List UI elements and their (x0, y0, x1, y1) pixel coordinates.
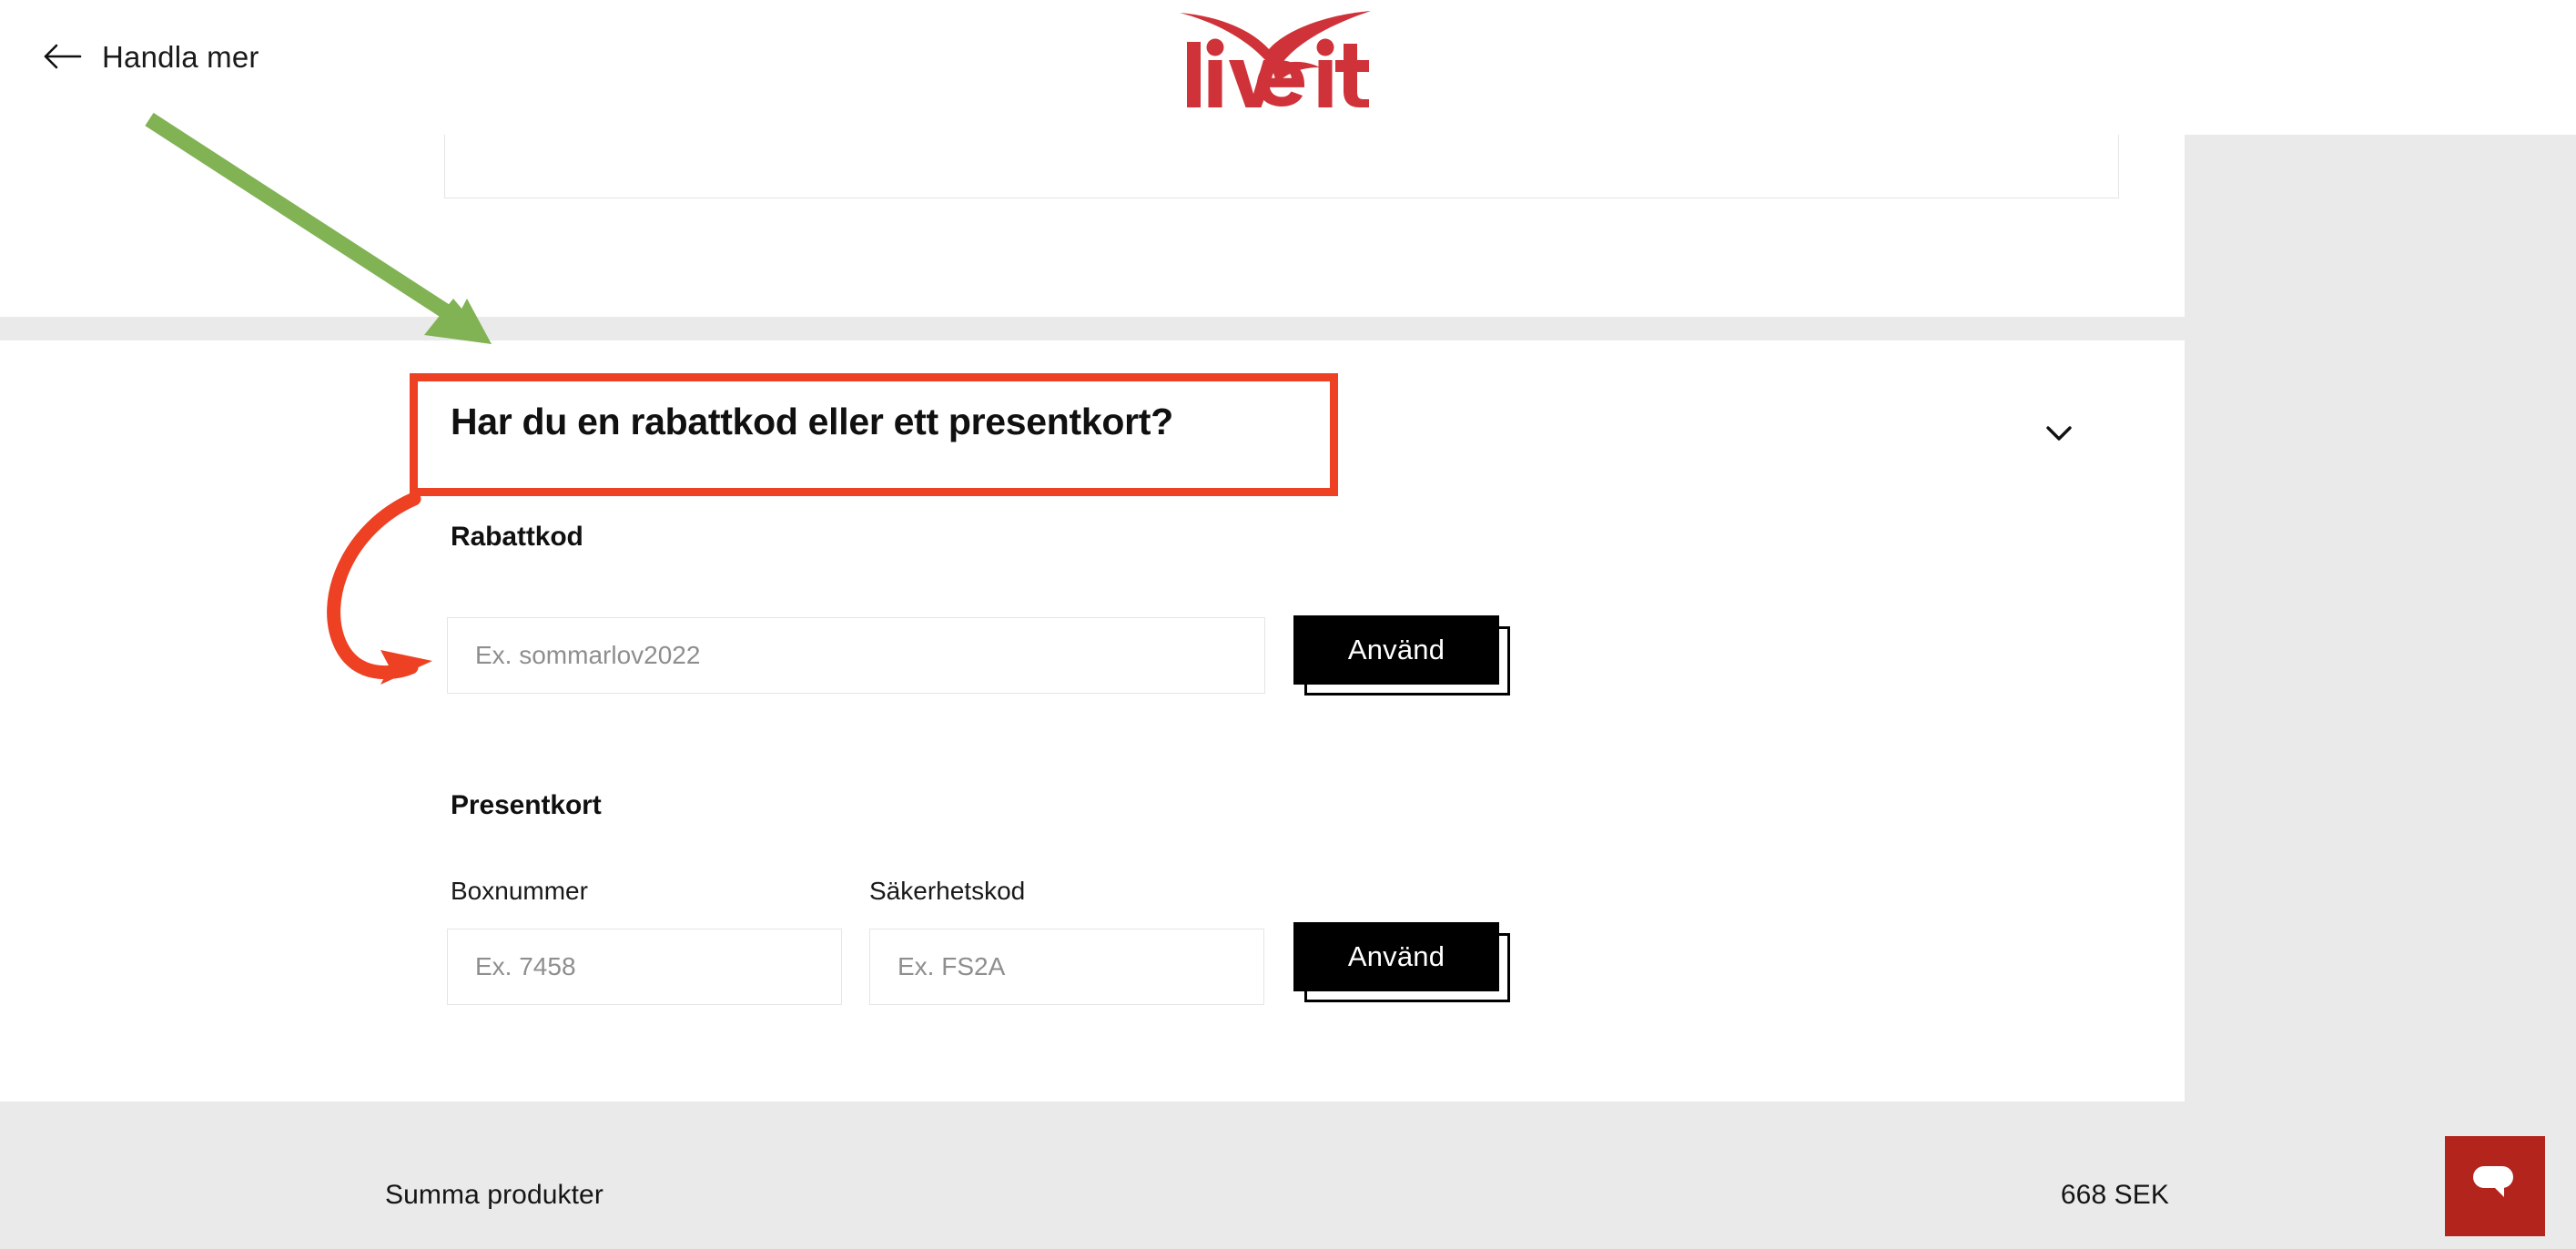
cart-items-panel: House & Other Stories (0, 71, 2185, 317)
arrow-left-icon (42, 40, 82, 73)
chat-bubble-icon (2471, 1163, 2519, 1211)
security-code-input[interactable] (869, 929, 1264, 1005)
site-header: Handla mer (0, 0, 2576, 135)
box-number-input[interactable] (447, 929, 842, 1005)
apply-discount-button-wrap: Använd (1293, 615, 1521, 701)
apply-gift-card-button[interactable]: Använd (1293, 922, 1499, 991)
liveit-logo[interactable] (1174, 7, 1402, 117)
page-root: Handla mer Har du en rabattkod eller ett… (0, 0, 2576, 1249)
security-code-label: Säkerhetskod (869, 877, 1026, 905)
order-summary-row: Summa produkter 668 SEK (385, 1180, 2169, 1211)
summary-value: 668 SEK (2060, 1180, 2169, 1210)
summary-label: Summa produkter (385, 1180, 603, 1210)
gift-card-label: Presentkort (451, 790, 602, 820)
chat-launcher-button[interactable] (2445, 1136, 2545, 1236)
promo-title: Har du en rabattkod eller ett presentkor… (451, 401, 1173, 442)
panel-divider-gap (0, 317, 2185, 340)
back-to-shopping-label: Handla mer (102, 39, 259, 74)
promo-accordion-header[interactable]: Har du en rabattkod eller ett presentkor… (451, 393, 2080, 472)
chevron-down-icon[interactable] (2038, 411, 2080, 453)
discount-code-input[interactable] (447, 617, 1265, 694)
back-to-shopping-link[interactable]: Handla mer (42, 40, 259, 73)
apply-discount-button[interactable]: Använd (1293, 615, 1499, 685)
apply-gift-card-button-wrap: Använd (1293, 922, 1521, 1008)
box-number-label: Boxnummer (451, 877, 588, 905)
discount-code-label: Rabattkod (451, 522, 583, 552)
